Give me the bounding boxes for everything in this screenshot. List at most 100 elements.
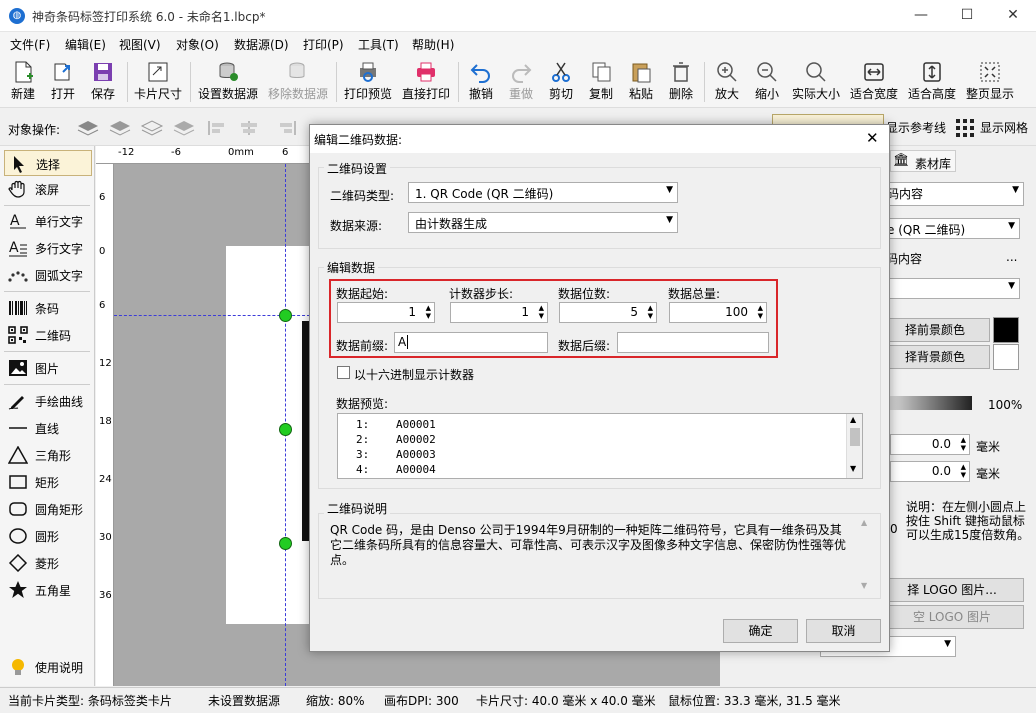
cut-button[interactable]: 剪切	[543, 58, 579, 106]
more-button[interactable]: ...	[1006, 250, 1017, 264]
step-input[interactable]: 1 ▲ ▼	[450, 302, 548, 323]
open-button[interactable]: 打开	[44, 58, 82, 106]
description-text: QR Code 码，是由 Denso 公司于1994年9月研制的一种矩阵二维码符…	[330, 523, 847, 567]
spinner-arrows-icon[interactable]: ▲ ▼	[539, 304, 544, 320]
spinner-arrows-icon[interactable]: ▲ ▼	[426, 304, 431, 320]
qr-type-select-right[interactable]: e (QR 二维码) ▼	[880, 218, 1020, 239]
print-preview-button[interactable]: 打印预览	[341, 58, 395, 106]
offset-y-input[interactable]: 0.0 ▲ ▼	[890, 461, 970, 482]
tool-image[interactable]: 图片	[4, 355, 92, 381]
opacity-slider[interactable]	[888, 396, 972, 410]
scroll-up-icon[interactable]: ▲	[850, 415, 856, 424]
printer-icon	[417, 62, 435, 82]
scroll-up-icon[interactable]: ▲	[861, 518, 867, 527]
fit-page-button[interactable]: 整页显示	[963, 58, 1017, 106]
digits-input[interactable]: 5 ▲ ▼	[559, 302, 657, 323]
undo-button[interactable]: 撤销	[463, 58, 499, 106]
save-button[interactable]: 保存	[84, 58, 122, 106]
set-datasource-button[interactable]: 设置数据源	[195, 58, 261, 106]
prefix-input[interactable]: A	[394, 332, 548, 353]
tool-help[interactable]: 使用说明	[4, 654, 92, 680]
menu-tools[interactable]: 工具(T)	[358, 36, 399, 53]
delete-button[interactable]: 删除	[663, 58, 699, 106]
fit-width-button[interactable]: 适合宽度	[847, 58, 901, 106]
offset-x-input[interactable]: 0.0 ▲ ▼	[890, 434, 970, 455]
direct-print-button[interactable]: 直接打印	[399, 58, 453, 106]
actual-size-button[interactable]: 实际大小	[789, 58, 843, 106]
fg-color-button[interactable]: 择前景颜色	[880, 318, 990, 342]
copy-button[interactable]: 复制	[583, 58, 619, 106]
resize-handle[interactable]	[279, 423, 292, 436]
fit-height-button[interactable]: 适合高度	[905, 58, 959, 106]
close-icon[interactable]: ✕	[866, 129, 879, 147]
cancel-button[interactable]: 取消	[806, 619, 881, 643]
clear-logo-button[interactable]: 空 LOGO 图片	[880, 605, 1024, 629]
remove-datasource-button[interactable]: 移除数据源	[265, 58, 331, 106]
encoding-select[interactable]: ▼	[880, 278, 1020, 299]
tool-qrcode[interactable]: 二维码	[4, 322, 92, 348]
close-window-button[interactable]: ✕	[990, 0, 1036, 32]
minimize-button[interactable]: —	[898, 0, 944, 32]
edit-qrcode-dialog: 编辑二维码数据: ✕ 二维码设置 二维码类型: 1. QR Code (QR 二…	[309, 124, 890, 652]
tool-separator	[4, 384, 90, 385]
resize-handle[interactable]	[279, 309, 292, 322]
tool-barcode[interactable]: 条码	[4, 295, 92, 321]
scroll-thumb[interactable]	[850, 428, 860, 446]
select-logo-button[interactable]: 择 LOGO 图片...	[880, 578, 1024, 602]
spinner-arrows-icon[interactable]: ▲ ▼	[758, 304, 763, 320]
suffix-input[interactable]	[617, 332, 769, 353]
menu-datasource[interactable]: 数据源(D)	[234, 36, 289, 53]
tool-triangle[interactable]: 三角形	[4, 442, 92, 468]
scroll-down-icon[interactable]: ▼	[850, 464, 856, 473]
spinner-arrows-icon[interactable]: ▲ ▼	[961, 463, 966, 479]
menu-view[interactable]: 视图(V)	[119, 36, 161, 53]
tool-round-rect[interactable]: 圆角矩形	[4, 496, 92, 522]
spinner-arrows-icon[interactable]: ▲ ▼	[648, 304, 653, 320]
tool-single-text[interactable]: A 单行文字	[4, 208, 92, 234]
tool-ellipse[interactable]: 圆形	[4, 523, 92, 549]
label-card[interactable]	[226, 246, 310, 624]
preview-list[interactable]: 1: A00001 2: A00002 3: A00003 4: A00004 …	[337, 413, 863, 479]
paste-button[interactable]: 粘贴	[623, 58, 659, 106]
show-guides-toggle[interactable]: 显示参考线	[886, 119, 946, 136]
zoom-in-button[interactable]: 放大	[709, 58, 745, 106]
tool-select[interactable]: 选择	[4, 150, 92, 176]
content-select[interactable]: 码内容 ▼	[880, 182, 1024, 206]
new-button[interactable]: 新建	[4, 58, 42, 106]
tool-line[interactable]: 直线	[4, 415, 92, 441]
layer-order-icons[interactable]	[76, 118, 196, 138]
menu-edit[interactable]: 编辑(E)	[65, 36, 106, 53]
tool-scroll[interactable]: 滚屏	[4, 176, 92, 202]
qr-type-select[interactable]: 1. QR Code (QR 二维码) ▼	[408, 182, 678, 203]
menu-help[interactable]: 帮助(H)	[412, 36, 454, 53]
show-grid-toggle[interactable]: 显示网格	[980, 119, 1028, 136]
start-input[interactable]: 1 ▲ ▼	[337, 302, 435, 323]
total-input[interactable]: 100 ▲ ▼	[669, 302, 767, 323]
tool-multi-text[interactable]: A 多行文字	[4, 235, 92, 261]
bg-color-swatch[interactable]	[993, 344, 1019, 370]
preview-scrollbar[interactable]: ▲ ▼	[846, 414, 862, 478]
redo-button[interactable]: 重做	[503, 58, 539, 106]
zoom-out-button[interactable]: 缩小	[749, 58, 785, 106]
bg-color-button[interactable]: 择背景颜色	[880, 345, 990, 369]
menu-object[interactable]: 对象(O)	[176, 36, 219, 53]
menu-file[interactable]: 文件(F)	[10, 36, 50, 53]
tool-arc-text[interactable]: 圆弧文字	[4, 262, 92, 288]
menu-print[interactable]: 打印(P)	[303, 36, 344, 53]
maximize-button[interactable]: ☐	[944, 0, 990, 32]
material-library-tab[interactable]: 🏛 素材库	[890, 150, 956, 172]
scroll-down-icon[interactable]: ▼	[861, 581, 867, 590]
resize-handle[interactable]	[279, 537, 292, 550]
tool-diamond[interactable]: 菱形	[4, 550, 92, 576]
tool-star[interactable]: 五角星	[4, 577, 92, 603]
spinner-arrows-icon[interactable]: ▲ ▼	[961, 436, 966, 452]
fg-color-swatch[interactable]	[993, 317, 1019, 343]
hex-checkbox[interactable]	[337, 366, 350, 379]
ok-button[interactable]: 确定	[723, 619, 798, 643]
align-icons[interactable]	[206, 118, 306, 138]
tool-freehand[interactable]: 手绘曲线	[4, 388, 92, 414]
card-size-button[interactable]: 卡片尺寸	[132, 58, 184, 106]
description-scrollbar[interactable]: ▲ ▼	[858, 517, 874, 595]
source-select[interactable]: 由计数器生成 ▼	[408, 212, 678, 233]
tool-rect[interactable]: 矩形	[4, 469, 92, 495]
